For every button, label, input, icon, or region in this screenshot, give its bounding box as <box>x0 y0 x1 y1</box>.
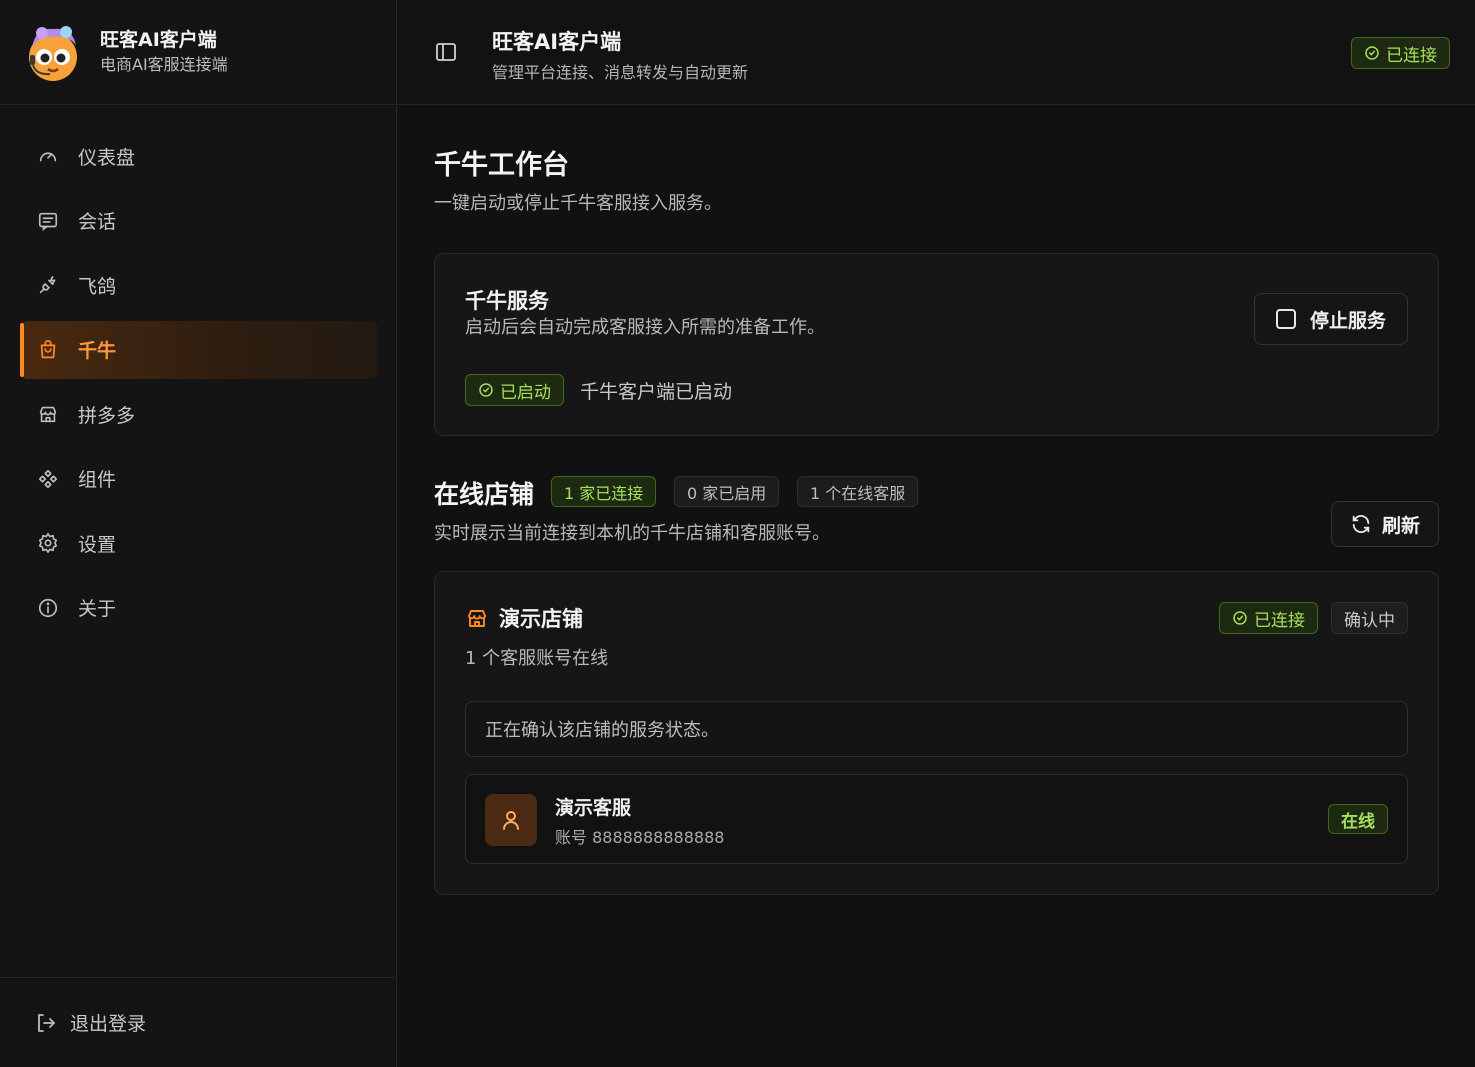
app-logo-icon <box>22 21 84 83</box>
refresh-button[interactable]: 刷新 <box>1331 501 1439 547</box>
plug-icon <box>36 273 60 297</box>
service-status-badge: 已启动 <box>465 374 564 406</box>
sidebar-item-label: 拼多多 <box>78 404 136 427</box>
shop-connected-badge: 已连接 <box>1219 602 1318 634</box>
online-agents-chip: 1 个在线客服 <box>797 476 919 507</box>
shop-name: 演示店铺 <box>499 607 583 631</box>
store-icon <box>36 402 60 426</box>
sidebar-item-label: 设置 <box>78 533 117 556</box>
sidebar-item-components[interactable]: 组件 <box>20 450 378 508</box>
shop-card: 演示店铺 1 个客服账号在线 已连接 确认中 正在确认该店铺的服务状态。 演示客… <box>434 571 1439 895</box>
sidebar-item-label: 会话 <box>78 211 117 233</box>
agent-online-badge: 在线 <box>1328 804 1388 834</box>
store-icon <box>465 606 489 630</box>
logout-icon <box>34 1011 58 1035</box>
stop-square-icon <box>1275 309 1296 329</box>
sidebar-item-dashboard[interactable]: 仪表盘 <box>20 127 378 185</box>
logout-button[interactable]: 退出登录 <box>0 977 396 1067</box>
sidebar-item-pinduoduo[interactable]: 拼多多 <box>20 385 378 443</box>
service-card: 千牛服务 启动后会自动完成客服接入所需的准备工作。 停止服务 已启动 千牛客户端… <box>434 253 1439 436</box>
sidebar-item-conversations[interactable]: 会话 <box>20 192 378 250</box>
sidebar-item-label: 仪表盘 <box>78 146 136 169</box>
service-title: 千牛服务 <box>465 289 549 313</box>
info-icon <box>36 596 60 620</box>
brand-subtitle: 电商AI客服连接端 <box>100 55 228 74</box>
header-subtitle: 管理平台连接、消息转发与自动更新 <box>492 63 749 82</box>
shopping-bag-icon <box>36 338 60 362</box>
sidebar-item-feige[interactable]: 飞鸽 <box>20 256 378 314</box>
page-subtitle: 一键启动或停止千牛客服接入服务。 <box>434 193 722 214</box>
message-icon <box>36 209 60 233</box>
service-subtitle: 启动后会自动完成客服接入所需的准备工作。 <box>465 317 825 338</box>
sidebar-item-qianniu[interactable]: 千牛 <box>20 320 378 379</box>
sidebar-item-label: 组件 <box>78 469 117 491</box>
shop-confirming-badge: 确认中 <box>1331 602 1408 634</box>
refresh-icon <box>1350 513 1372 535</box>
agent-account: 账号 8888888888888 <box>555 828 725 847</box>
shops-section-subtitle: 实时展示当前连接到本机的千牛店铺和客服账号。 <box>434 523 830 544</box>
component-icon <box>36 467 60 491</box>
top-header: 旺客AI客户端 管理平台连接、消息转发与自动更新 已连接 <box>398 0 1475 105</box>
header-title: 旺客AI客户端 <box>492 30 622 54</box>
logout-label: 退出登录 <box>70 1013 147 1035</box>
connection-status-badge: 已连接 <box>1351 37 1450 69</box>
sidebar-item-label: 千牛 <box>78 340 117 362</box>
sidebar-item-about[interactable]: 关于 <box>20 579 378 637</box>
gear-icon <box>36 531 60 555</box>
gauge-icon <box>36 144 60 168</box>
check-circle-icon <box>1232 610 1248 626</box>
user-avatar-icon <box>485 794 537 846</box>
shop-subtitle: 1 个客服账号在线 <box>465 648 609 669</box>
sidebar-toggle-icon <box>436 43 456 61</box>
stop-service-button[interactable]: 停止服务 <box>1254 293 1408 345</box>
check-circle-icon <box>478 382 494 398</box>
sidebar-item-settings[interactable]: 设置 <box>20 514 378 572</box>
page-title: 千牛工作台 <box>434 150 569 181</box>
sidebar: 旺客AI客户端 电商AI客服连接端 仪表盘 会话 飞鸽 千牛 拼多多 组件 设置… <box>0 0 397 1067</box>
sidebar-toggle-button[interactable] <box>434 40 460 66</box>
service-status-text: 千牛客户端已启动 <box>580 381 733 403</box>
sidebar-item-label: 关于 <box>78 598 117 620</box>
shop-status-notice: 正在确认该店铺的服务状态。 <box>465 701 1408 757</box>
sidebar-item-label: 飞鸽 <box>78 275 117 298</box>
brand: 旺客AI客户端 电商AI客服连接端 <box>0 0 396 105</box>
shops-section-title: 在线店铺 <box>434 480 535 509</box>
connected-count-chip: 1 家已连接 <box>551 476 657 507</box>
agent-name: 演示客服 <box>555 797 632 819</box>
check-circle-icon <box>1364 45 1380 61</box>
agent-row: 演示客服 账号 8888888888888 在线 <box>465 774 1408 864</box>
sidebar-nav: 仪表盘 会话 飞鸽 千牛 拼多多 组件 设置 关于 <box>0 105 396 637</box>
enabled-count-chip: 0 家已启用 <box>674 476 780 507</box>
brand-title: 旺客AI客户端 <box>100 29 217 51</box>
